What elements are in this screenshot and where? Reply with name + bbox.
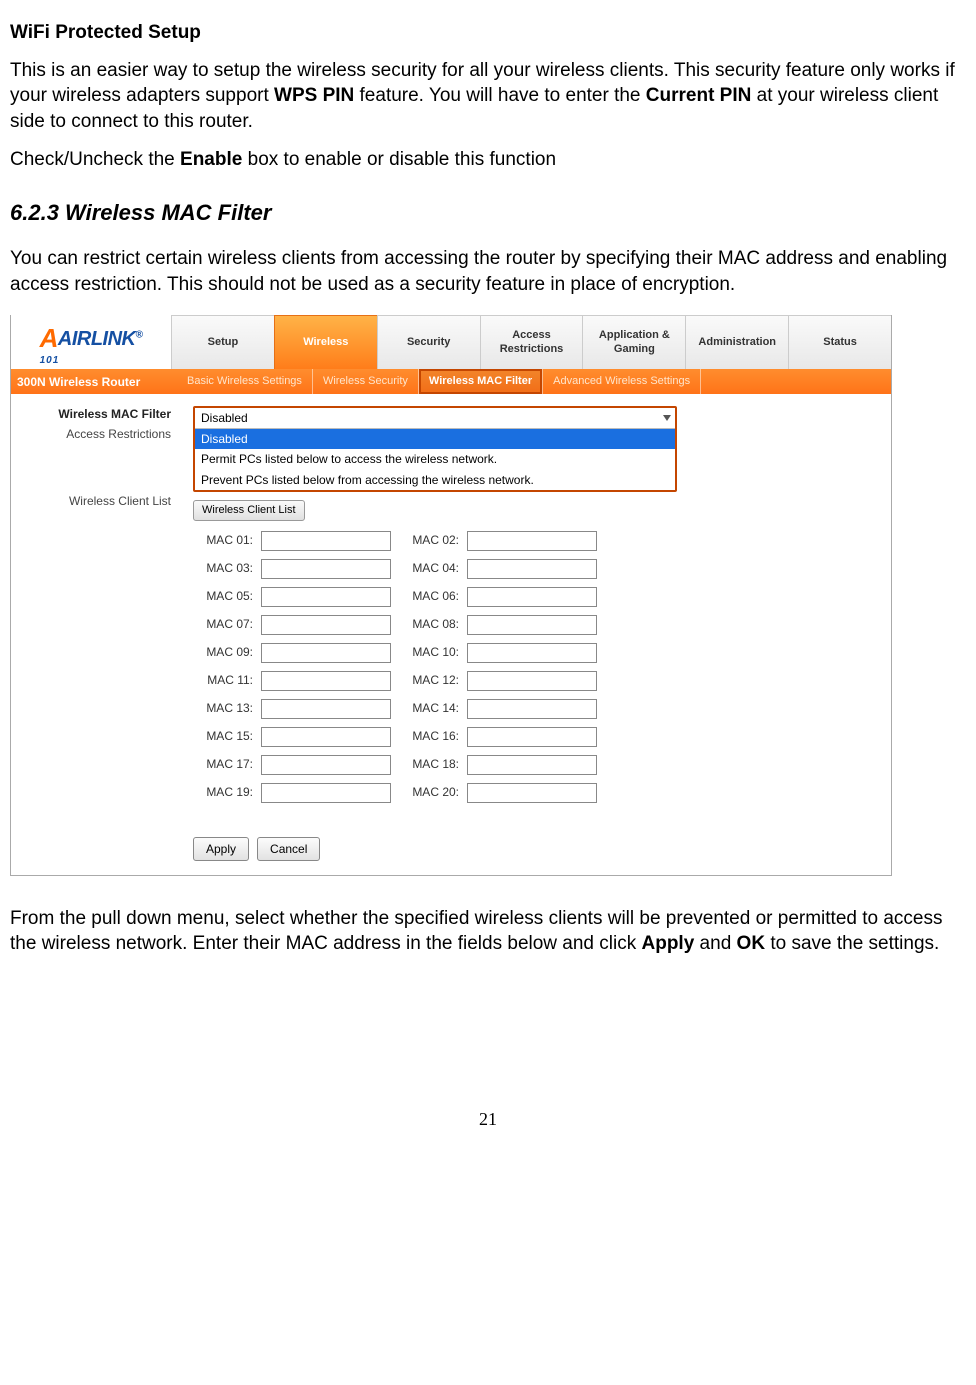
mac-label: MAC 06: xyxy=(399,588,459,604)
dropdown-option-permit[interactable]: Permit PCs listed below to access the wi… xyxy=(195,449,675,469)
tab-status[interactable]: Status xyxy=(788,315,891,369)
mac-label: MAC 03: xyxy=(193,560,253,576)
mac-label: MAC 17: xyxy=(193,756,253,772)
paragraph-apply-instructions: From the pull down menu, select whether … xyxy=(10,906,966,957)
cancel-button[interactable]: Cancel xyxy=(257,837,320,861)
text-apply: Apply xyxy=(642,933,695,954)
mac-input-14[interactable] xyxy=(467,699,597,719)
mac-label: MAC 04: xyxy=(399,560,459,576)
mac-input-12[interactable] xyxy=(467,671,597,691)
mac-input-04[interactable] xyxy=(467,559,597,579)
mac-label: MAC 09: xyxy=(193,644,253,660)
paragraph-wps-desc: This is an easier way to setup the wirel… xyxy=(10,58,966,135)
mac-label: MAC 05: xyxy=(193,588,253,604)
subtab-basic-wireless[interactable]: Basic Wireless Settings xyxy=(177,369,313,394)
mac-input-16[interactable] xyxy=(467,727,597,747)
subtab-wireless-security[interactable]: Wireless Security xyxy=(313,369,419,394)
mac-label: MAC 13: xyxy=(193,700,253,716)
text: Check/Uncheck the xyxy=(10,149,180,170)
mac-input-15[interactable] xyxy=(261,727,391,747)
chevron-down-icon xyxy=(663,415,671,421)
sidebar-title: Wireless MAC Filter xyxy=(11,406,171,422)
mac-input-10[interactable] xyxy=(467,643,597,663)
mac-input-02[interactable] xyxy=(467,531,597,551)
mac-input-11[interactable] xyxy=(261,671,391,691)
mac-label: MAC 18: xyxy=(399,756,459,772)
mac-label: MAC 12: xyxy=(399,672,459,688)
paragraph-mac-filter-desc: You can restrict certain wireless client… xyxy=(10,246,966,297)
mac-label: MAC 15: xyxy=(193,728,253,744)
router-model: 300N Wireless Router xyxy=(11,374,177,390)
heading-wifi-protected-setup: WiFi Protected Setup xyxy=(10,20,966,46)
mac-label: MAC 20: xyxy=(399,784,459,800)
mac-input-03[interactable] xyxy=(261,559,391,579)
subtab-wireless-mac-filter[interactable]: Wireless MAC Filter xyxy=(419,369,543,394)
main-tabs: Setup Wireless Security Access Restricti… xyxy=(171,315,891,369)
text: box to enable or disable this function xyxy=(242,149,556,170)
apply-button[interactable]: Apply xyxy=(193,837,249,861)
tab-administration[interactable]: Administration xyxy=(685,315,788,369)
header-row: AAIRLINK® 101 Setup Wireless Security Ac… xyxy=(11,315,891,369)
logo-brand-text: AIRLINK xyxy=(58,328,136,350)
mac-label: MAC 16: xyxy=(399,728,459,744)
heading-6-2-3: 6.2.3 Wireless MAC Filter xyxy=(10,198,966,228)
text-enable: Enable xyxy=(180,149,242,170)
dropdown-option-disabled[interactable]: Disabled xyxy=(195,429,675,449)
wireless-client-list-button[interactable]: Wireless Client List xyxy=(193,500,305,521)
mac-label: MAC 11: xyxy=(193,672,253,688)
sidebar: Wireless MAC Filter Access Restrictions … xyxy=(11,394,177,875)
tab-security[interactable]: Security xyxy=(377,315,480,369)
mac-label: MAC 10: xyxy=(399,644,459,660)
tab-access-restrictions[interactable]: Access Restrictions xyxy=(480,315,583,369)
mac-input-06[interactable] xyxy=(467,587,597,607)
text: feature. You will have to enter the xyxy=(354,85,646,106)
sub-tab-bar: 300N Wireless Router Basic Wireless Sett… xyxy=(11,369,891,394)
mac-input-grid: MAC 01: MAC 02: MAC 03: MAC 04: MAC 05: … xyxy=(193,531,875,803)
logo: AAIRLINK® 101 xyxy=(11,315,171,369)
main-panel: Disabled Disabled Permit PCs listed belo… xyxy=(177,394,891,875)
sidebar-label-access: Access Restrictions xyxy=(11,426,171,442)
mac-label: MAC 01: xyxy=(193,532,253,548)
dropdown-option-prevent[interactable]: Prevent PCs listed below from accessing … xyxy=(195,470,675,490)
mac-input-09[interactable] xyxy=(261,643,391,663)
text-ok: OK xyxy=(737,933,766,954)
mac-input-17[interactable] xyxy=(261,755,391,775)
page-number: 21 xyxy=(10,1107,966,1131)
logo-num: 101 xyxy=(40,354,143,368)
text: to save the settings. xyxy=(765,933,939,954)
mac-input-19[interactable] xyxy=(261,783,391,803)
access-restriction-dropdown[interactable]: Disabled Disabled Permit PCs listed belo… xyxy=(193,406,677,492)
subtab-advanced-wireless[interactable]: Advanced Wireless Settings xyxy=(543,369,701,394)
mac-label: MAC 14: xyxy=(399,700,459,716)
mac-label: MAC 07: xyxy=(193,616,253,632)
mac-input-05[interactable] xyxy=(261,587,391,607)
mac-input-07[interactable] xyxy=(261,615,391,635)
mac-input-20[interactable] xyxy=(467,783,597,803)
logo-reg: ® xyxy=(136,330,143,341)
logo-a-icon: A xyxy=(40,323,58,353)
mac-input-13[interactable] xyxy=(261,699,391,719)
mac-input-08[interactable] xyxy=(467,615,597,635)
sidebar-label-client-list: Wireless Client List xyxy=(11,493,171,509)
mac-label: MAC 19: xyxy=(193,784,253,800)
text-wps-pin: WPS PIN xyxy=(274,85,354,106)
text-current-pin: Current PIN xyxy=(646,85,752,106)
mac-label: MAC 02: xyxy=(399,532,459,548)
tab-application-gaming[interactable]: Application & Gaming xyxy=(582,315,685,369)
text: and xyxy=(694,933,736,954)
figure-body: Wireless MAC Filter Access Restrictions … xyxy=(11,394,891,875)
router-admin-figure: AAIRLINK® 101 Setup Wireless Security Ac… xyxy=(10,315,892,876)
mac-input-01[interactable] xyxy=(261,531,391,551)
tab-setup[interactable]: Setup xyxy=(171,315,274,369)
mac-label: MAC 08: xyxy=(399,616,459,632)
dropdown-selected-text: Disabled xyxy=(201,410,248,426)
mac-input-18[interactable] xyxy=(467,755,597,775)
paragraph-enable: Check/Uncheck the Enable box to enable o… xyxy=(10,147,966,173)
tab-wireless[interactable]: Wireless xyxy=(274,315,377,369)
